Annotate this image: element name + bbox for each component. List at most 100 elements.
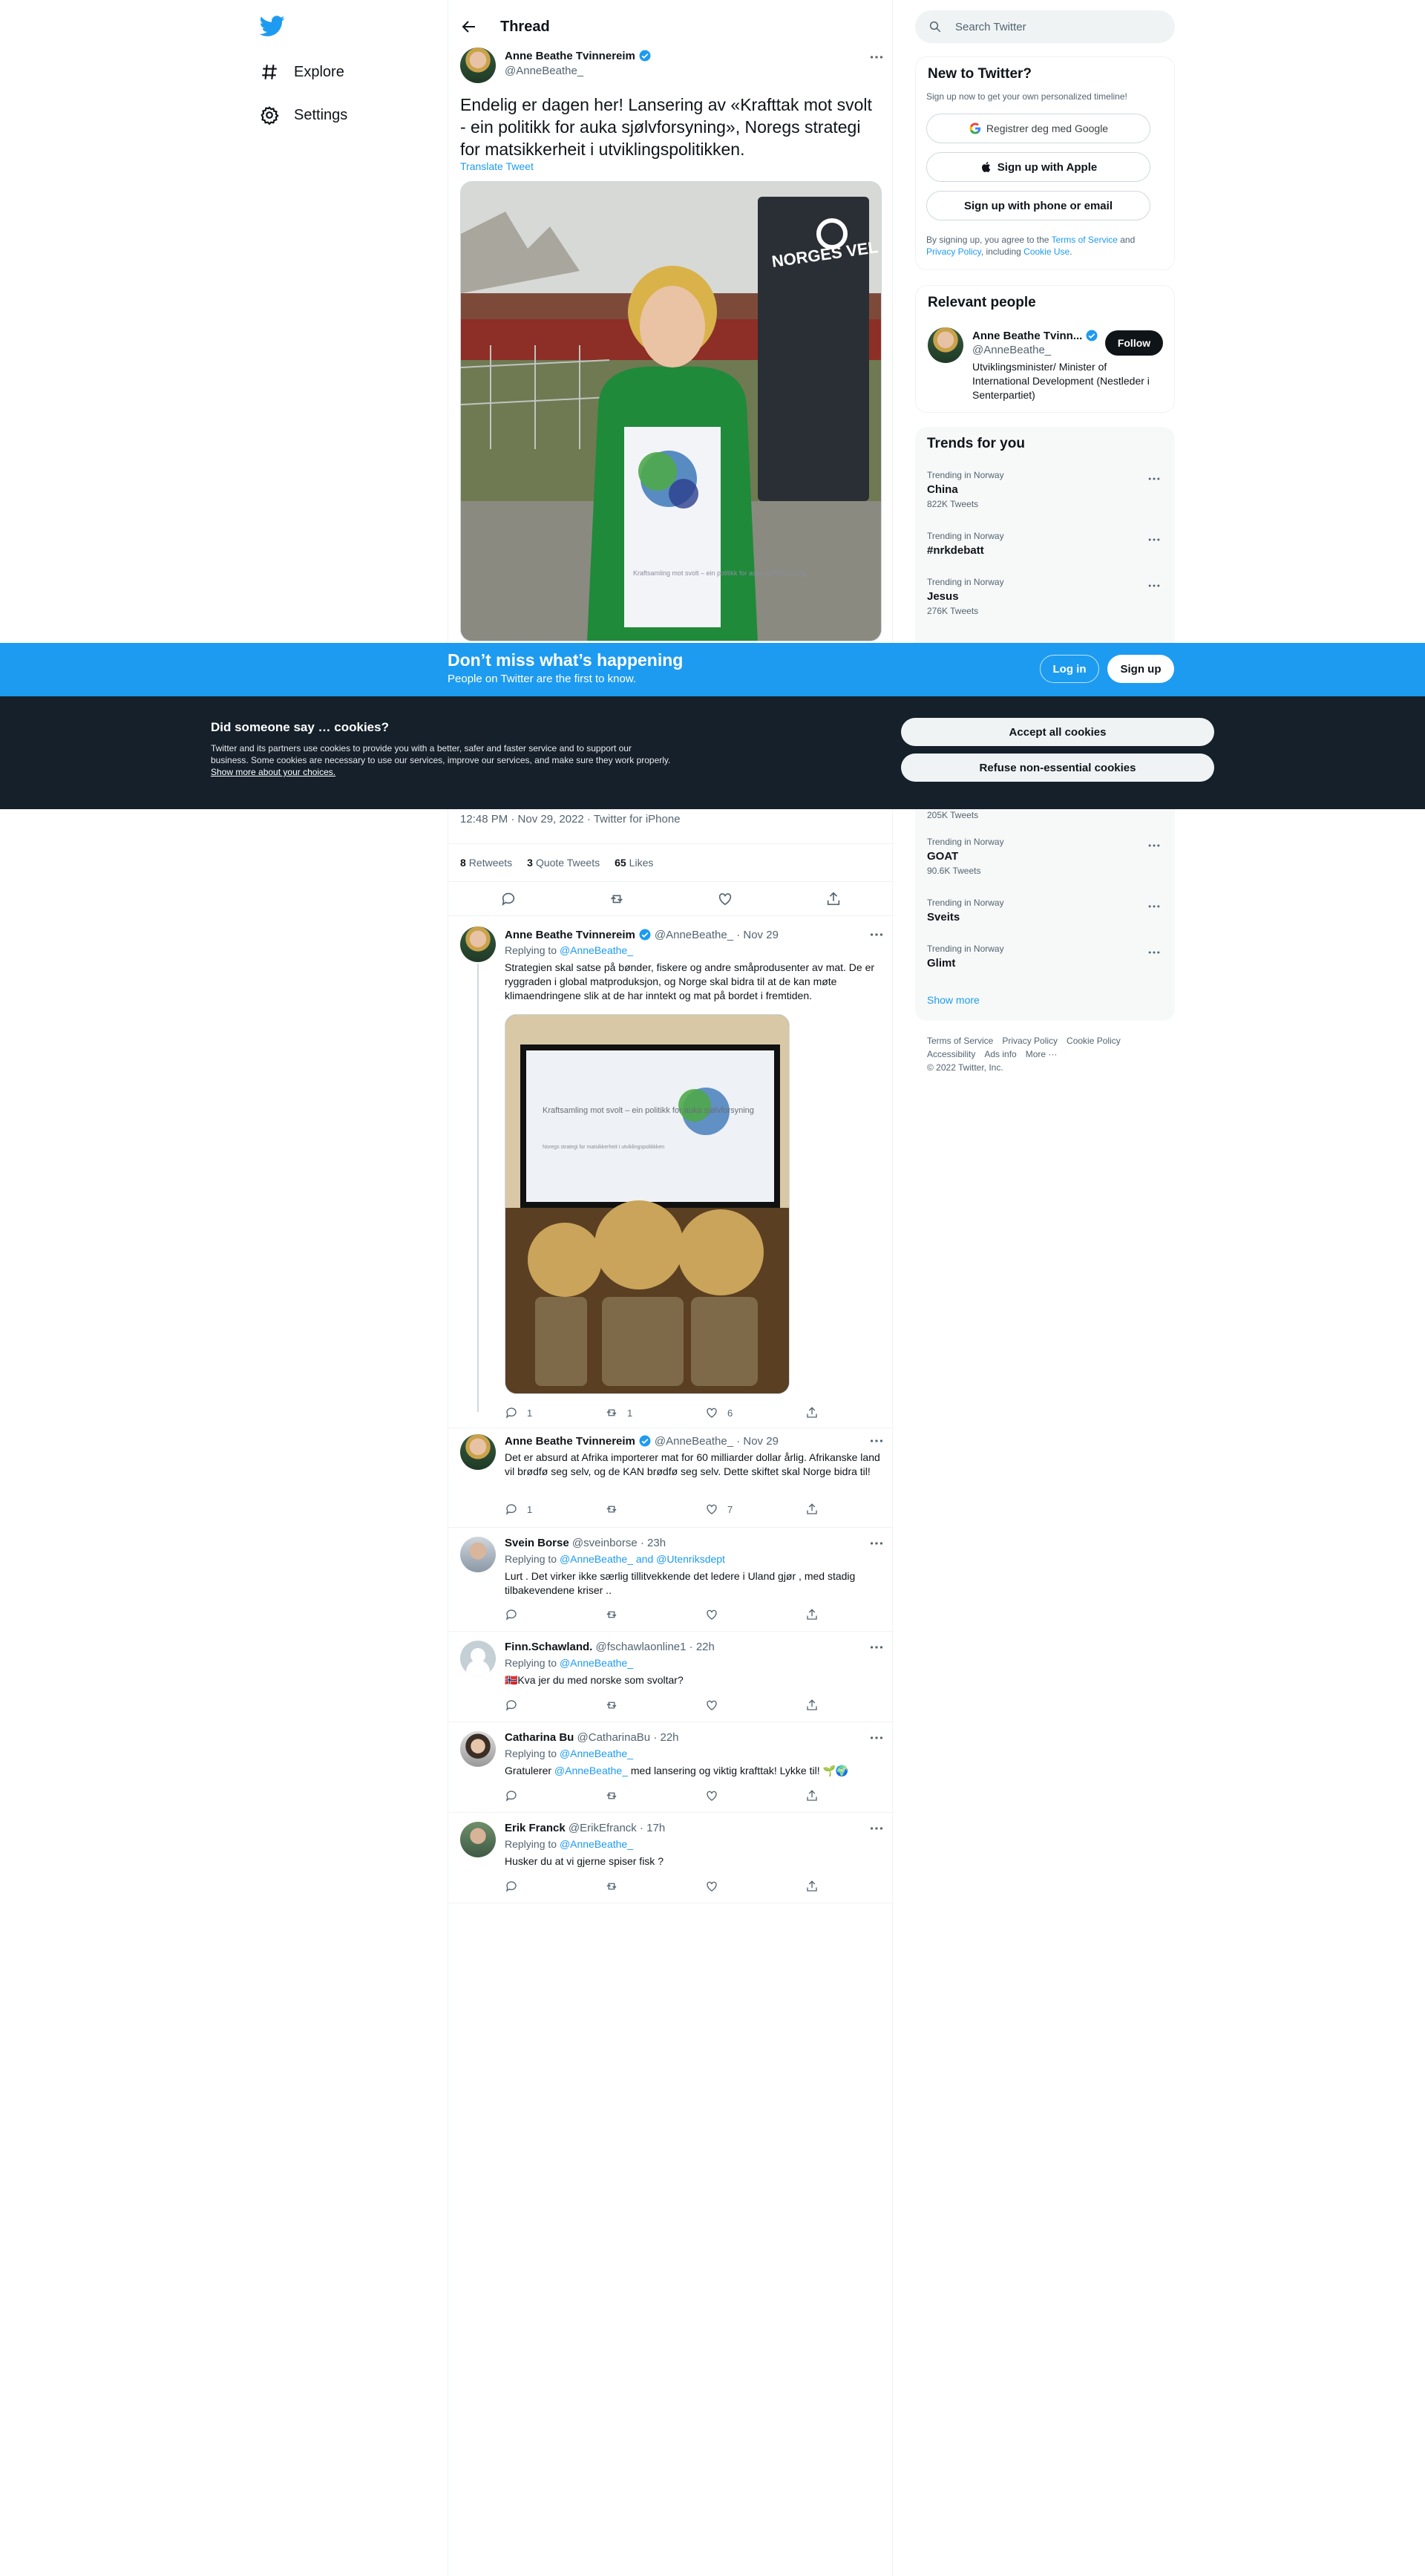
- footer-accessibility-link[interactable]: Accessibility: [927, 1049, 975, 1059]
- reply-tweet[interactable]: Svein Borse @sveinborse · 23h Replying t…: [448, 1528, 894, 1632]
- more-options-icon[interactable]: [1147, 578, 1162, 593]
- like-icon[interactable]: [717, 891, 733, 907]
- trend-item[interactable]: Trending in Norway Glimt: [927, 944, 1004, 970]
- reply-author[interactable]: Anne Beathe Tvinnereim @AnneBeathe_ · No…: [505, 1434, 779, 1448]
- replying-to-link[interactable]: @AnneBeathe_: [560, 1838, 633, 1850]
- share-button[interactable]: [805, 1699, 828, 1712]
- reply-tweet[interactable]: Finn.Schawland. @fschawlaonline1 · 22h R…: [448, 1632, 894, 1722]
- reply-tweet[interactable]: Erik Franck @ErikEfranck · 17h Replying …: [448, 1813, 894, 1903]
- retweet-button[interactable]: [605, 1608, 627, 1621]
- avatar[interactable]: [460, 926, 496, 962]
- refuse-cookies-button[interactable]: Refuse non-essential cookies: [901, 753, 1214, 782]
- more-options-icon[interactable]: [868, 926, 885, 943]
- avatar[interactable]: [460, 48, 496, 83]
- reply-tweet[interactable]: Catharina Bu @CatharinaBu · 22h Replying…: [448, 1722, 894, 1813]
- retweet-icon[interactable]: [609, 891, 625, 907]
- likes-stat[interactable]: 65 Likes: [615, 857, 653, 869]
- more-options-icon[interactable]: [1147, 532, 1162, 547]
- more-options-icon[interactable]: [868, 49, 885, 65]
- more-options-icon[interactable]: [868, 1730, 885, 1746]
- avatar[interactable]: [460, 1434, 496, 1470]
- nav-settings[interactable]: Settings: [260, 100, 347, 130]
- replying-to-link[interactable]: @AnneBeathe_: [560, 944, 633, 956]
- signup-google-button[interactable]: Registrer deg med Google: [926, 114, 1150, 143]
- footer-cookie-link[interactable]: Cookie Policy: [1067, 1036, 1121, 1046]
- cookie-more-link[interactable]: Show more about your choices.: [211, 767, 335, 777]
- accept-cookies-button[interactable]: Accept all cookies: [901, 718, 1214, 746]
- mention-link[interactable]: @AnneBeathe_: [554, 1765, 628, 1776]
- more-options-icon[interactable]: [868, 1535, 885, 1552]
- trend-item[interactable]: Trending in Norway Jesus 276K Tweets: [927, 577, 1004, 616]
- share-icon[interactable]: [825, 891, 842, 907]
- share-button[interactable]: [805, 1503, 828, 1516]
- login-button[interactable]: Log in: [1040, 655, 1099, 683]
- reply-button[interactable]: [505, 1699, 527, 1712]
- reply-author[interactable]: Anne Beathe Tvinnereim @AnneBeathe_ · No…: [505, 928, 779, 941]
- translate-tweet-link[interactable]: Translate Tweet: [460, 160, 534, 172]
- replying-to-link[interactable]: @AnneBeathe_ and @Utenriksdept: [560, 1553, 725, 1565]
- share-button[interactable]: [805, 1880, 828, 1893]
- share-button[interactable]: [805, 1608, 828, 1621]
- signup-button[interactable]: Sign up: [1107, 655, 1174, 683]
- reply-icon[interactable]: [500, 891, 517, 907]
- more-options-icon[interactable]: [868, 1639, 885, 1655]
- retweet-button[interactable]: [605, 1880, 627, 1893]
- more-options-icon[interactable]: [1147, 471, 1162, 486]
- retweet-button[interactable]: [605, 1789, 627, 1802]
- like-button[interactable]: 6: [705, 1406, 733, 1419]
- relevant-person-name[interactable]: Anne Beathe Tvinn...: [972, 329, 1101, 342]
- more-options-icon[interactable]: [868, 1820, 885, 1837]
- share-button[interactable]: [805, 1789, 828, 1802]
- like-button[interactable]: [705, 1880, 727, 1893]
- like-button[interactable]: [705, 1699, 727, 1712]
- cookie-use-link[interactable]: Cookie Use: [1023, 246, 1069, 257]
- twitter-logo-icon[interactable]: [260, 13, 285, 39]
- like-button[interactable]: 7: [705, 1503, 733, 1516]
- trend-item[interactable]: Trending in Norway China 822K Tweets: [927, 470, 1004, 509]
- signup-apple-button[interactable]: Sign up with Apple: [926, 152, 1150, 182]
- more-options-icon[interactable]: [1147, 838, 1162, 853]
- more-options-icon[interactable]: [1147, 945, 1162, 960]
- like-button[interactable]: [705, 1789, 727, 1802]
- nav-explore[interactable]: Explore: [260, 57, 344, 87]
- reply-button[interactable]: 1: [505, 1406, 532, 1419]
- follow-button[interactable]: Follow: [1105, 330, 1163, 356]
- share-button[interactable]: [805, 1406, 828, 1419]
- reply-button[interactable]: [505, 1880, 527, 1893]
- reply-button[interactable]: [505, 1789, 527, 1802]
- reply-author[interactable]: Finn.Schawland. @fschawlaonline1 · 22h: [505, 1641, 715, 1653]
- quote-tweets-stat[interactable]: 3 Quote Tweets: [527, 857, 600, 869]
- replying-to-link[interactable]: @AnneBeathe_: [560, 1748, 633, 1759]
- reply-author[interactable]: Erik Franck @ErikEfranck · 17h: [505, 1822, 665, 1834]
- replying-to-link[interactable]: @AnneBeathe_: [560, 1657, 633, 1669]
- back-arrow-icon[interactable]: [460, 18, 478, 36]
- footer-more-link[interactable]: More ···: [1026, 1049, 1058, 1059]
- footer-privacy-link[interactable]: Privacy Policy: [1002, 1036, 1058, 1046]
- reply-tweet[interactable]: Anne Beathe Tvinnereim @AnneBeathe_ · No…: [448, 1428, 894, 1528]
- show-more-link[interactable]: Show more: [927, 994, 980, 1006]
- reply-author[interactable]: Svein Borse @sveinborse · 23h: [505, 1537, 666, 1549]
- search-input[interactable]: Search Twitter: [915, 10, 1175, 43]
- retweet-button[interactable]: [605, 1503, 627, 1516]
- retweet-button[interactable]: [605, 1699, 627, 1712]
- trend-item[interactable]: Trending in Norway Sveits: [927, 898, 1004, 923]
- signup-phone-email-button[interactable]: Sign up with phone or email: [926, 191, 1150, 220]
- like-button[interactable]: [705, 1608, 727, 1621]
- reply-button[interactable]: 1: [505, 1503, 532, 1516]
- footer-ads-link[interactable]: Ads info: [984, 1049, 1016, 1059]
- tweet-photo[interactable]: NORGES VEL Kraftsamling mot svolt – ein …: [460, 181, 882, 641]
- footer-terms-link[interactable]: Terms of Service: [927, 1036, 993, 1046]
- retweet-button[interactable]: 1: [605, 1406, 632, 1419]
- retweets-stat[interactable]: 8 Retweets: [460, 857, 512, 869]
- avatar[interactable]: [460, 1731, 496, 1767]
- more-options-icon[interactable]: [1147, 899, 1162, 914]
- avatar[interactable]: [460, 1537, 496, 1572]
- reply-photo[interactable]: Kraftsamling mot svolt – ein politikk fo…: [505, 1014, 790, 1394]
- trend-item[interactable]: Trending in Norway #nrkdebatt: [927, 531, 1004, 557]
- reply-button[interactable]: [505, 1608, 527, 1621]
- author-handle[interactable]: @AnneBeathe_: [505, 65, 583, 77]
- tweet-author[interactable]: Anne Beathe Tvinnereim: [505, 49, 655, 62]
- relevant-handle[interactable]: @AnneBeathe_: [972, 344, 1051, 356]
- reply-tweet[interactable]: Anne Beathe Tvinnereim @AnneBeathe_ · No…: [448, 916, 894, 1428]
- privacy-link[interactable]: Privacy Policy: [926, 246, 981, 257]
